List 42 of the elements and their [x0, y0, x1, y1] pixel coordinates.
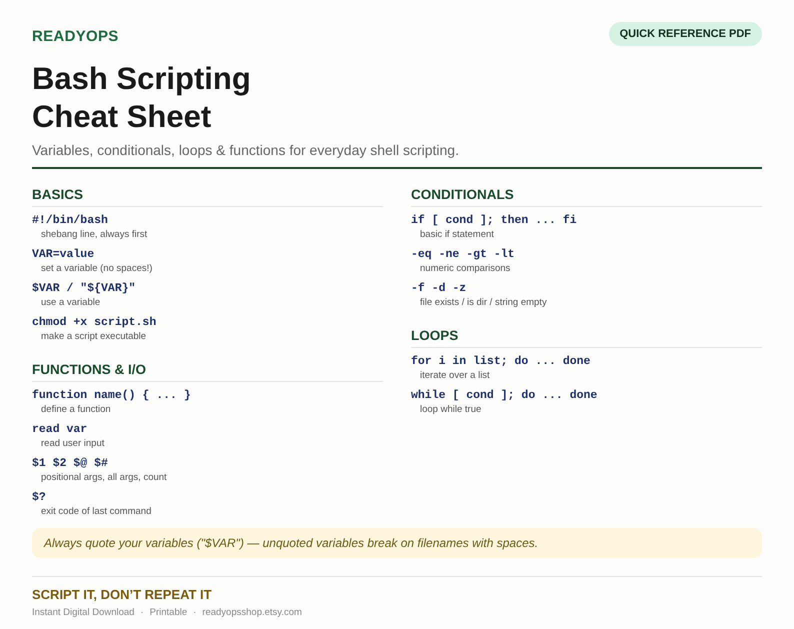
code-snippet: chmod +x script.sh — [32, 315, 156, 330]
snippet-description: positional args, all args, count — [41, 471, 167, 485]
quick-reference-badge: QUICK REFERENCE PDF — [608, 22, 762, 46]
snippet-description: make a script executable — [41, 330, 146, 344]
section-heading: FUNCTIONS & I/O — [32, 362, 383, 382]
code-snippet: #!/bin/bash — [32, 213, 108, 228]
footer-tagline: SCRIPT IT, DON’T REPEAT IT — [32, 587, 212, 602]
page-title: Bash Scripting — [32, 60, 251, 98]
code-snippet: -f -d -z — [411, 281, 466, 296]
brand-name: READYOPS — [32, 26, 119, 44]
code-snippet: read var — [32, 422, 88, 437]
snippet-description: file exists / is dir / string empty — [420, 296, 547, 310]
snippet-description: numeric comparisons — [420, 262, 510, 276]
code-snippet: function name() { ... } — [32, 388, 191, 403]
separator-dot: · — [140, 607, 144, 618]
footer-meta: Instant Digital Download — [32, 607, 134, 618]
snippet-description: basic if statement — [420, 228, 494, 242]
snippet-description: exit code of last command — [41, 505, 152, 519]
snippet-description: shebang line, always first — [41, 228, 148, 242]
tip-callout: Always quote your variables ("$VAR") — unquoted variables break on filenames with spaces. — [32, 528, 762, 558]
code-snippet: VAR=value — [32, 247, 94, 262]
page-title: Cheat Sheet — [32, 98, 212, 136]
separator-dot: · — [193, 607, 196, 618]
section-heading: CONDITIONALS — [411, 187, 762, 207]
code-snippet: -eq -ne -gt -lt — [411, 247, 515, 262]
code-snippet: $? — [32, 490, 46, 505]
code-snippet: while [ cond ]; do ... done — [411, 388, 598, 403]
subtitle: Variables, conditionals, loops & functions for everyday shell scripting. — [32, 142, 460, 158]
snippet-description: loop while true — [420, 403, 482, 417]
code-snippet: if [ cond ]; then ... fi — [411, 213, 577, 228]
section-heading: BASICS — [32, 187, 383, 207]
snippet-description: iterate over a list — [420, 369, 490, 383]
snippet-description: use a variable — [41, 296, 100, 310]
section-heading: LOOPS — [411, 328, 762, 348]
code-snippet: $VAR / "${VAR}" — [32, 281, 136, 296]
code-snippet: $1 $2 $@ $# — [32, 456, 108, 471]
footer-meta: Printable — [150, 607, 188, 618]
footer-meta: readyopsshop.etsy.com — [202, 607, 302, 618]
snippet-description: read user input — [41, 437, 104, 451]
snippet-description: set a variable (no spaces!) — [41, 262, 152, 276]
snippet-description: define a function — [41, 403, 111, 417]
code-snippet: for i in list; do ... done — [411, 354, 590, 369]
